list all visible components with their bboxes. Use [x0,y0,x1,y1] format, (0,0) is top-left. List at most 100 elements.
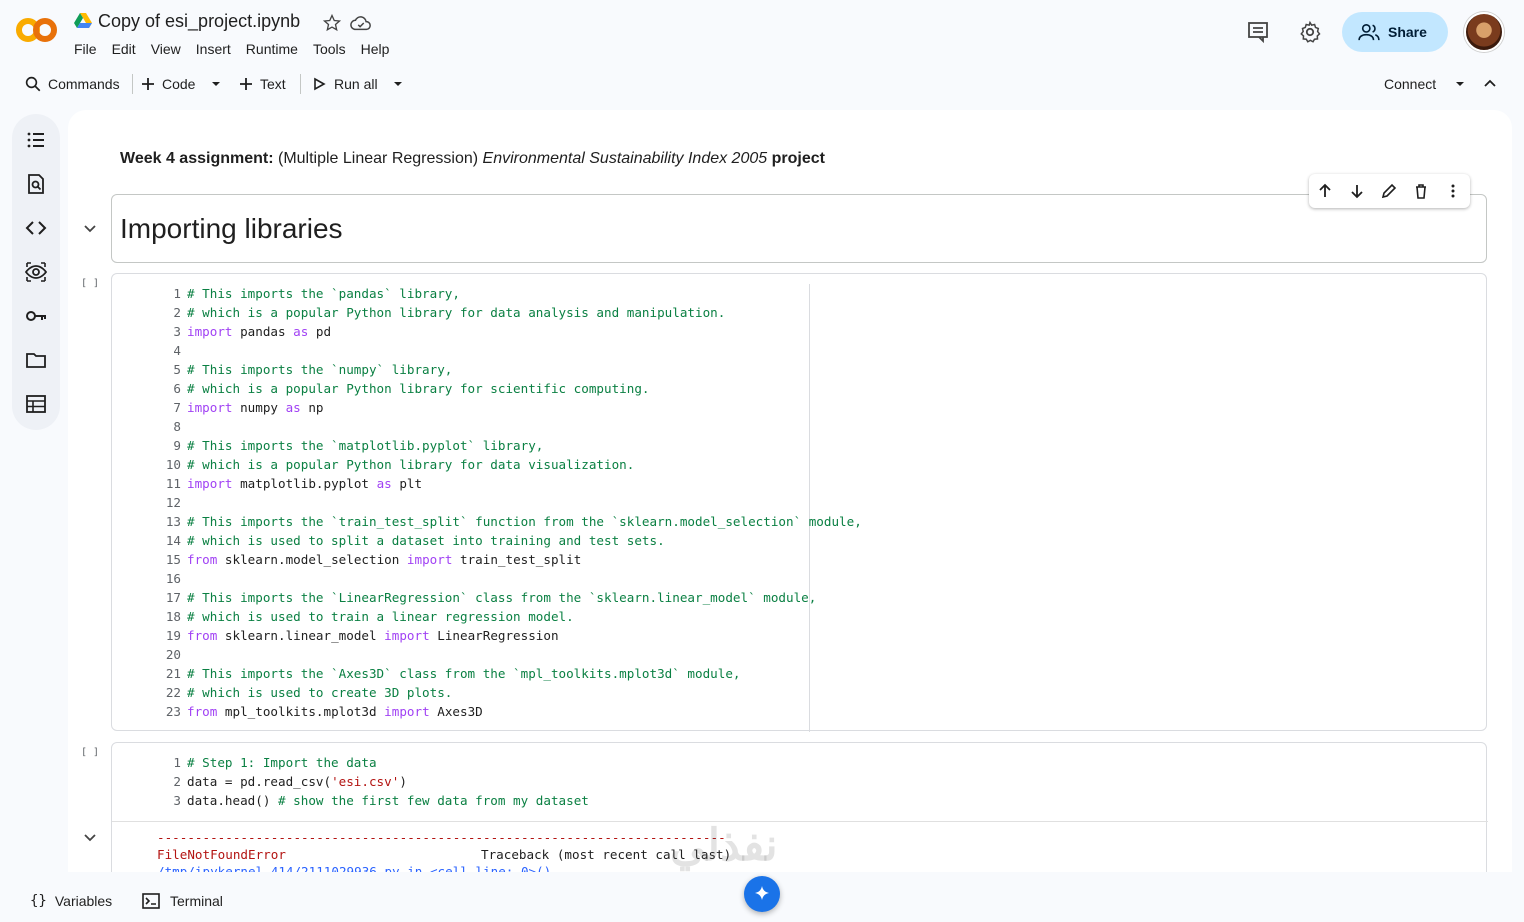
google-drive-icon[interactable] [74,13,92,29]
line-number: 22 [165,685,181,700]
star-icon[interactable] [322,13,342,33]
user-avatar[interactable] [1464,12,1504,52]
line-code: import matplotlib.pyplot as plt [187,474,422,493]
line-number: 21 [165,666,181,681]
line-code: # This imports the `pandas` library, [187,284,460,303]
code-cell-import-data[interactable]: 1 # Step 1: Import the data 2 data = pd.rea… [111,742,1488,872]
table-of-contents-icon[interactable] [24,128,48,152]
code-token: # which is used to train a linear regres… [187,609,574,624]
line-code: # which is a popular Python library for … [187,379,650,398]
menu-file[interactable]: File [74,41,97,57]
secrets-eye-icon[interactable] [24,260,48,284]
share-button[interactable]: Share [1342,12,1448,52]
terminal-button[interactable]: Terminal [142,893,223,909]
line-number: 7 [173,400,181,415]
move-cell-down-icon[interactable] [1341,174,1373,208]
run-all-button[interactable]: Run all [312,66,378,102]
code-token: sklearn.model_selection [217,552,407,567]
code-token: # which is a popular Python library for … [187,457,635,472]
line-code: # This imports the `numpy` library, [187,360,452,379]
heading-bold-2: project [767,150,825,167]
code-line: 6 # which is a popular Python library for… [112,379,862,398]
settings-gear-icon[interactable] [1298,20,1322,44]
line-number: 3 [173,793,181,808]
line-code: data = pd.read_csv('esi.csv') [187,772,407,791]
menu-edit[interactable]: Edit [112,41,136,57]
code-line: 2 data = pd.read_csv('esi.csv') [112,772,589,791]
key-icon[interactable] [24,304,48,328]
menu-tools[interactable]: Tools [313,41,346,57]
line-code: # which is a popular Python library for … [187,455,634,474]
line-code: # which is used to create 3D plots. [187,683,452,702]
code-token: Axes3D [429,704,483,719]
code-token: pandas [232,324,294,339]
menu-view[interactable]: View [151,41,181,57]
collapse-output-icon[interactable] [80,827,100,847]
code-token: plt [391,476,423,491]
code-editor[interactable]: 1 # Step 1: Import the data 2 data = pd.rea… [112,753,589,810]
commands-button[interactable]: Commands [24,66,120,102]
people-icon [1358,23,1380,41]
heading-bold-1: Week 4 assignment: [120,150,274,167]
code-editor[interactable]: 1 # This imports the `pandas` library, 2 # … [112,284,862,721]
line-number: 2 [173,305,181,320]
line-number: 12 [165,495,181,510]
notebook-content: Week 4 assignment: (Multiple Linear Regr… [68,110,1512,872]
output-dashes: ----------------------------------------… [157,830,726,845]
menu-help[interactable]: Help [361,41,390,57]
traceback-path-link[interactable]: /tmp/ipykernel_414/2111029936.py in <cel… [157,864,551,872]
caret-down-icon [1452,76,1468,92]
code-line: 7 import numpy as np [112,398,862,417]
code-token: import [187,400,233,415]
menu-runtime[interactable]: Runtime [246,41,298,57]
heading-normal-1: (Multiple Linear Regression) [273,150,483,167]
code-line: 13 # This imports the `train_test_split` … [112,512,862,531]
cloud-saved-icon[interactable] [350,13,372,33]
code-line: 3 data.head() # show the first few data f… [112,791,588,810]
markdown-cell-importing-libraries[interactable]: Importing libraries [111,194,1487,263]
line-number: 5 [173,362,181,377]
terminal-label: Terminal [170,893,223,909]
code-token: LinearRegression [429,628,559,643]
cell-output: ----------------------------------------… [112,821,1488,872]
gemini-assistant-button[interactable] [744,876,780,912]
left-sidebar [12,114,60,430]
run-all-dropdown[interactable] [390,66,406,102]
code-line: 10 # which is a popular Python library fo… [112,455,862,474]
code-line: 14 # which is used to split a dataset int… [112,531,862,550]
notebook-title[interactable]: Copy of esi_project.ipynb [98,11,300,32]
code-dropdown[interactable] [208,66,224,102]
plus-icon [238,76,254,92]
comments-icon[interactable] [1246,20,1270,44]
connect-button[interactable]: Connect [1384,66,1436,102]
table-icon[interactable] [24,392,48,416]
more-options-icon[interactable] [1437,174,1469,208]
line-number: 13 [165,514,181,529]
code-cell-imports[interactable]: 1 # This imports the `pandas` library, 2 # … [111,273,1487,732]
delete-trash-icon[interactable] [1405,174,1437,208]
add-code-button[interactable]: Code [140,66,195,102]
variables-button[interactable]: {} Variables [30,893,112,909]
add-text-button[interactable]: Text [238,66,286,102]
move-cell-up-icon[interactable] [1309,174,1341,208]
connect-dropdown[interactable] [1452,66,1468,102]
folder-icon[interactable] [24,348,48,372]
text-cell-assignment-heading[interactable]: Week 4 assignment: (Multiple Linear Regr… [120,150,825,168]
code-token: import [384,628,430,643]
colab-logo[interactable] [14,12,60,48]
braces-icon: {} [30,893,47,909]
run-cell-button[interactable]: [ ] [81,278,99,289]
find-replace-icon[interactable] [24,172,48,196]
code-token: # This imports the `Axes3D` class from t… [187,666,741,681]
line-number: 6 [173,381,181,396]
code-token: # which is a popular Python library for … [187,381,650,396]
collapse-section-icon[interactable] [80,218,100,238]
code-snippets-icon[interactable] [24,216,48,240]
code-token: as [293,324,309,339]
line-number: 10 [165,457,181,472]
line-code: # This imports the `train_test_split` fu… [187,512,862,531]
collapse-header-button[interactable] [1482,66,1498,102]
menu-insert[interactable]: Insert [196,41,231,57]
run-cell-button[interactable]: [ ] [81,747,99,758]
edit-pencil-icon[interactable] [1373,174,1405,208]
